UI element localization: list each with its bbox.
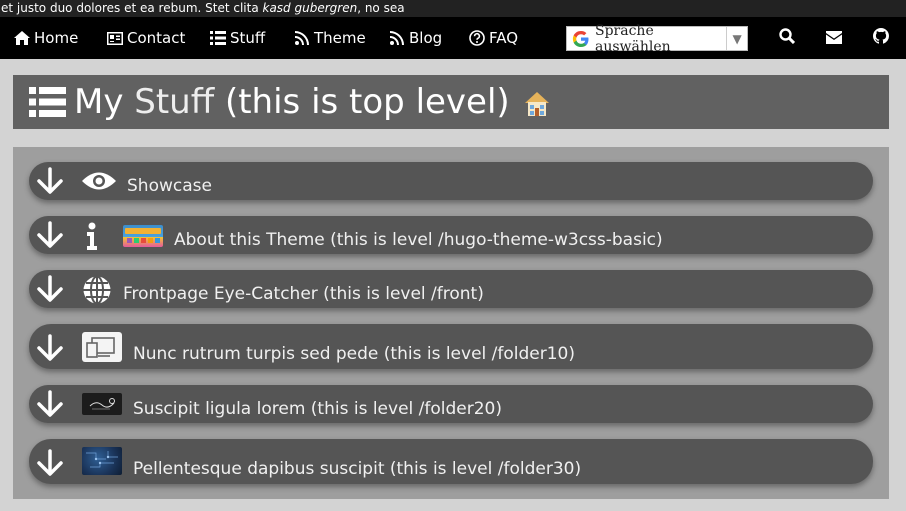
list-item-label: About this Theme (this is level /hugo-th… <box>174 230 663 250</box>
eye-icon <box>81 170 117 192</box>
list-item-label: Frontpage Eye-Catcher (this is level /fr… <box>123 284 484 304</box>
list-icon <box>209 29 227 47</box>
globe-icon <box>82 275 112 305</box>
ticker-text-em: kasd gubergren <box>262 1 358 15</box>
page-title-part3: (this is top level) <box>214 82 510 122</box>
nav-contact-label: Contact <box>127 29 186 47</box>
devices-thumbnail <box>82 332 122 362</box>
google-g-icon <box>570 28 592 50</box>
home-icon <box>13 29 31 47</box>
nav-theme[interactable]: Theme <box>293 17 366 59</box>
nav-stuff[interactable]: Stuff <box>209 17 265 59</box>
nav-blog-label: Blog <box>409 29 443 47</box>
arrow-down-icon <box>36 389 64 419</box>
nav-home-label: Home <box>34 29 79 47</box>
ticker-text-a: et justo duo dolores et ea rebum. Stet c… <box>1 1 263 15</box>
nav-home[interactable]: Home <box>13 17 78 59</box>
list-item-folder30[interactable]: Pellentesque dapibus suscipit (this is l… <box>29 439 873 484</box>
github-icon <box>873 28 889 48</box>
rss-icon <box>293 29 311 47</box>
list-item-label: Showcase <box>127 176 212 196</box>
page-title: My Stuff (this is top level) <box>74 82 510 122</box>
arrow-down-icon <box>36 448 64 478</box>
arrow-down-icon <box>36 166 64 196</box>
list-item-label: Nunc rutrum turpis sed pede (this is lev… <box>133 344 575 364</box>
ticker-text-b: , no sea <box>357 1 405 15</box>
language-select-label: Sprache auswählen <box>595 22 671 55</box>
list-item-frontpage[interactable]: Frontpage Eye-Catcher (this is level /fr… <box>29 270 873 308</box>
dark-thumbnail <box>82 393 122 415</box>
dropdown-caret-icon: ▼ <box>726 27 747 50</box>
nav-blog[interactable]: Blog <box>388 17 442 59</box>
question-circle-icon <box>468 29 486 47</box>
github-button[interactable] <box>866 17 896 59</box>
search-icon <box>779 28 796 48</box>
list-item-label: Suscipit ligula lorem (this is level /fo… <box>133 399 503 419</box>
list-item-folder10[interactable]: Nunc rutrum turpis sed pede (this is lev… <box>29 324 873 369</box>
ticker-text: et justo duo dolores et ea rebum. Stet c… <box>0 0 906 17</box>
mail-button[interactable] <box>819 17 849 59</box>
language-select[interactable]: Sprache auswählen ▼ <box>566 23 748 55</box>
arrow-down-icon <box>36 220 64 250</box>
list-item-showcase[interactable]: Showcase <box>29 162 873 200</box>
address-card-icon <box>106 29 124 47</box>
arrow-down-icon <box>36 333 64 363</box>
search-button[interactable] <box>772 17 802 59</box>
list-icon <box>29 86 66 118</box>
arrow-down-icon <box>36 274 64 304</box>
nav-faq[interactable]: FAQ <box>468 17 518 59</box>
blue-thumbnail <box>82 447 122 475</box>
nav-stuff-label: Stuff <box>230 29 266 47</box>
list-item-label: Pellentesque dapibus suscipit (this is l… <box>133 459 582 479</box>
house-emoji-icon <box>522 89 552 123</box>
info-icon <box>84 222 100 250</box>
page-title-part1: My <box>74 82 135 122</box>
gohugo-logo <box>123 225 163 247</box>
rss-icon <box>388 29 406 47</box>
list-item-folder20[interactable]: Suscipit ligula lorem (this is level /fo… <box>29 385 873 423</box>
nav-theme-label: Theme <box>314 29 366 47</box>
navbar: Home Contact Stuff Theme Blog FAQ <box>0 17 906 59</box>
nav-contact[interactable]: Contact <box>106 17 185 59</box>
page-title-bar: My Stuff (this is top level) <box>13 75 889 129</box>
page-title-part2: Stuff <box>134 82 215 122</box>
list-item-about-theme[interactable]: About this Theme (this is level /hugo-th… <box>29 216 873 254</box>
nav-faq-label: FAQ <box>489 29 519 47</box>
envelope-icon <box>826 29 842 48</box>
